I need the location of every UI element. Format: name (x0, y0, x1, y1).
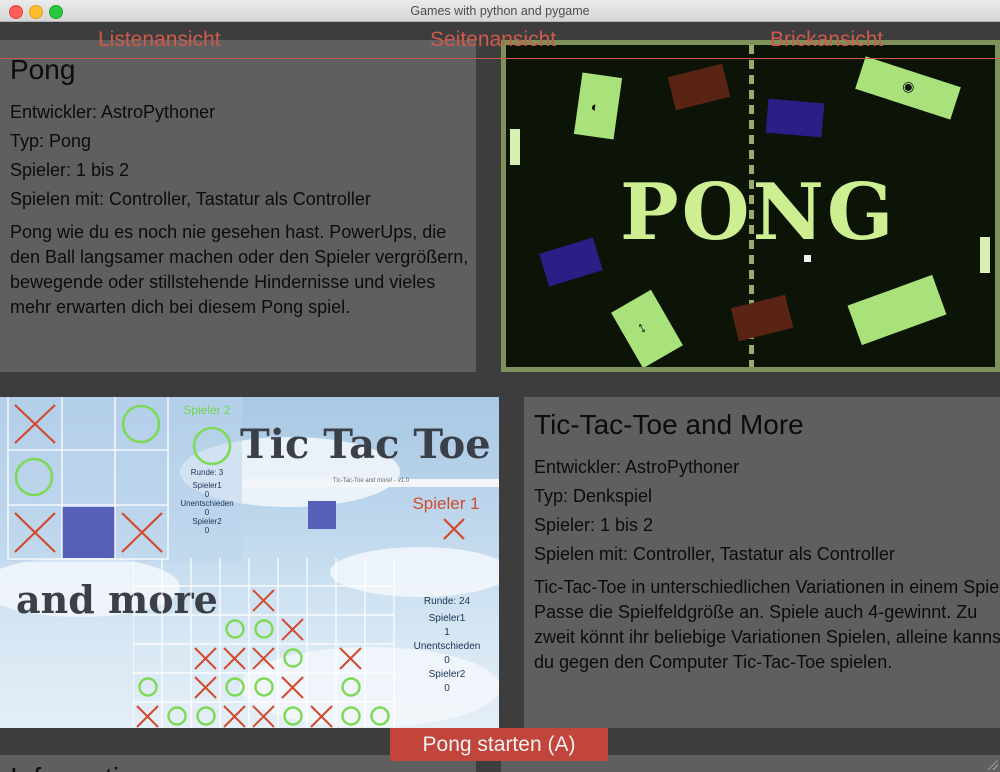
score-line: 1 (444, 627, 450, 638)
info-heading: Informationen (10, 764, 181, 772)
pong-powerup-green (847, 274, 947, 346)
turtle-icon: ◉ (900, 76, 918, 96)
game-info-panel-tictactoe: Tic-Tac-Toe and More Entwickler: AstroPy… (524, 397, 1000, 728)
small-board-score-line: Spieler2 (192, 517, 222, 526)
game-description: Tic-Tac-Toe in unterschiedlichen Variati… (534, 577, 1000, 672)
small-board-score-line: 0 (204, 526, 210, 535)
game-controls: Spielen mit: Controller, Tastatur als Co… (10, 189, 371, 209)
pong-obstacle-brown-2 (730, 294, 794, 342)
score-line: 0 (444, 655, 450, 666)
window-title: Games with python and pygame (410, 4, 590, 18)
tab-brickansicht[interactable]: Brickansicht (770, 28, 883, 52)
game-preview-tictactoe[interactable]: Spieler 2 Runde: 3 Spieler1 0 Unentschie… (0, 397, 499, 728)
pong-paddle-right (980, 237, 990, 273)
pong-paddle-left (510, 129, 520, 165)
large-board (133, 558, 395, 728)
window-caption: Tic-Tac-Toe and more! - v1.0 (332, 478, 410, 484)
score-line: Spieler1 (428, 613, 466, 624)
large-board-score: Runde: 24 Spieler1 1 Unentschieden 0 Spi… (402, 596, 492, 694)
shield-icon: ◐ (589, 98, 601, 116)
game-title: Tic-Tac-Toe and More (534, 409, 804, 440)
window-caption-bar: Tic-Tac-Toe and more! - v1.0 (243, 478, 499, 487)
game-info-panel-pong: Pong Entwickler: AstroPythoner Typ: Pong… (0, 40, 476, 372)
score-line: Runde: 24 (423, 596, 471, 607)
tictactoe-logo-line1: Tic Tac Toe (240, 421, 491, 468)
game-controls: Spielen mit: Controller, Tastatur als Co… (534, 544, 895, 564)
game-players: Spieler: 1 bis 2 (10, 160, 130, 180)
game-type: Typ: Pong (10, 131, 92, 151)
game-developer: Entwickler: AstroPythoner (10, 102, 216, 122)
pong-powerup-turtle: ◉ (855, 56, 961, 120)
small-board-score-line: 0 (204, 508, 210, 517)
pong-powerup-shield: ◐ (573, 72, 623, 140)
small-board-player-label: Spieler 2 (183, 403, 231, 417)
pong-powerup-arrows: ↕ (611, 289, 683, 367)
nav-underline (0, 58, 1000, 59)
pong-obstacle-brown (667, 63, 731, 111)
window-titlebar: Games with python and pygame (0, 0, 1000, 22)
small-board-score-line: Unentschieden (180, 499, 234, 508)
game-description: Pong wie du es noch nie gesehen hast. Po… (10, 222, 469, 317)
score-line: Unentschieden (413, 641, 481, 652)
tab-listenansicht[interactable]: Listenansicht (98, 28, 221, 52)
small-board-score-line: Runde: 3 (190, 468, 224, 477)
game-developer: Entwickler: AstroPythoner (534, 457, 740, 477)
game-type: Typ: Denkspiel (534, 486, 653, 506)
score-line: Spieler2 (428, 669, 466, 680)
start-game-button[interactable]: Pong starten (A) (390, 728, 608, 761)
small-board-score-line: Spieler1 (192, 481, 222, 490)
resize-arrows-icon: ↕ (634, 318, 650, 338)
tab-seitenansicht[interactable]: Seitenansicht (430, 28, 556, 52)
pong-field: ◐ ◉ PONG ↕ (506, 45, 995, 367)
game-players: Spieler: 1 bis 2 (534, 515, 654, 535)
small-board-score-line: 0 (204, 490, 210, 499)
resize-grip-icon[interactable] (986, 758, 998, 770)
pong-obstacle-blue-2 (539, 237, 603, 287)
game-preview-pong[interactable]: ◐ ◉ PONG ↕ (501, 40, 1000, 372)
pong-obstacle-blue (765, 98, 825, 138)
spieler1-x-marker (443, 518, 465, 540)
score-line: 0 (444, 683, 450, 694)
blue-square (308, 501, 336, 529)
small-board-score: Runde: 3 Spieler1 0 Unentschieden 0 Spie… (178, 468, 236, 535)
spieler1-label: Spieler 1 (412, 494, 480, 513)
pong-logo-text: PONG (620, 167, 897, 258)
